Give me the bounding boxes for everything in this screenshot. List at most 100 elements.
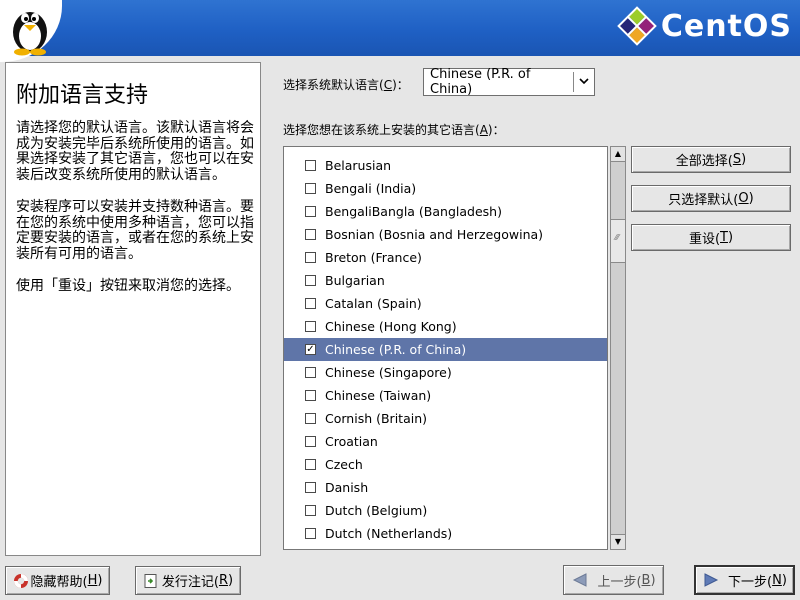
back-button[interactable]: 上一步(B) [563,565,664,595]
language-checkbox[interactable] [305,459,316,470]
mnemonic: T [720,230,728,245]
button-label: 下一步( [728,574,773,590]
other-languages-label: 选择您想在该系统上安装的其它语言(A)： [283,121,505,138]
language-list-item[interactable]: Danish [284,476,607,499]
language-checkbox[interactable] [305,229,316,240]
language-list-item[interactable]: ✓ Chinese (P.R. of China) [284,338,607,361]
language-checkbox[interactable] [305,413,316,424]
header-banner: CentOS [0,0,800,62]
language-list-item[interactable]: Dutch (Netherlands) [284,522,607,545]
release-notes-icon [144,573,157,588]
language-list-item[interactable]: Catalan (Spain) [284,292,607,315]
brand-name: CentOS [660,8,792,44]
language-checkbox[interactable] [305,206,316,217]
label-text: 选择系统默认语言( [283,78,384,92]
default-language-value: Chinese (P.R. of China) [430,67,531,97]
default-language-select[interactable]: Chinese (P.R. of China) [423,67,595,97]
language-checkbox[interactable] [305,252,316,263]
language-checkbox[interactable] [305,183,316,194]
language-list[interactable]: Belarusian Bengali (India) BengaliBangla (… [283,146,608,550]
mnemonic: N [772,572,782,588]
scroll-up-icon[interactable]: ▲ [611,147,625,162]
mnemonic: H [87,573,98,588]
language-list-scrollbar[interactable]: ▲ ⁄⁄⁄ ▼ [610,146,626,550]
language-checkbox[interactable] [305,482,316,493]
button-label: ) [781,572,787,588]
language-checkbox[interactable] [305,160,316,171]
language-list-item[interactable]: Chinese (Hong Kong) [284,315,607,338]
language-label: Breton (France) [325,250,422,265]
language-list-item[interactable]: Croatian [284,430,607,453]
language-checkbox[interactable] [305,367,316,378]
button-label: ) [727,230,734,245]
language-checkbox[interactable] [305,321,316,332]
language-list-item[interactable]: Breton (France) [284,246,607,269]
language-label: Chinese (Hong Kong) [325,319,457,334]
language-list-item[interactable]: BengaliBangla (Bangladesh) [284,200,607,223]
language-list-item[interactable]: Chinese (Taiwan) [284,384,607,407]
button-label: ) [97,573,103,588]
label-text: )： [392,78,409,92]
lifebuoy-icon [13,573,28,588]
help-paragraph: 使用「重设」按钮来取消您的选择。 [16,278,240,294]
language-label: Dutch (Netherlands) [325,526,453,541]
language-label: Cornish (Britain) [325,411,427,426]
button-label: 全部选择( [675,154,733,169]
tux-penguin-icon [13,12,47,56]
help-title: 附加语言支持 [16,83,149,108]
grip-icon: ⁄⁄⁄ [615,233,620,242]
mnemonic: O [738,191,749,206]
language-list-item[interactable]: Bengali (India) [284,177,607,200]
centos-logo: CentOS [617,6,792,46]
centos-emblem-icon [617,6,657,46]
help-paragraph: 安装程序可以安装并支持数种语言。要在您的系统中使用多种语言，您可以指定要安装的语… [16,199,254,262]
release-notes-button[interactable]: 发行注记(R) [135,566,241,595]
button-label: 只选择默认( [668,193,739,208]
language-checkbox[interactable] [305,436,316,447]
label-text: 选择您想在该系统上安装的其它语言( [283,123,480,137]
language-label: Danish [325,480,369,495]
chevron-down-icon[interactable] [574,77,594,88]
language-label: Belarusian [325,158,392,173]
language-list-item[interactable]: Belarusian [284,154,607,177]
language-label: Chinese (Singapore) [325,365,452,380]
language-checkbox[interactable] [305,505,316,516]
button-label: 上一步( [597,574,642,590]
button-label: ) [650,572,656,588]
language-list-item[interactable]: Bulgarian [284,269,607,292]
language-checkbox[interactable] [305,275,316,286]
language-checkbox[interactable] [305,298,316,309]
button-label: 发行注记( [161,575,219,590]
language-label: Chinese (P.R. of China) [325,342,467,357]
select-default-only-button[interactable]: 只选择默认(O) [631,185,791,212]
language-checkbox[interactable]: ✓ [305,344,316,355]
button-label: 隐藏帮助( [30,575,88,590]
language-label: Bulgarian [325,273,385,288]
hide-help-button[interactable]: 隐藏帮助(H) [5,566,110,595]
scroll-thumb[interactable]: ⁄⁄⁄ [611,219,625,263]
help-panel: 附加语言支持 请选择您的默认语言。该默认语言将会成为安装完毕后系统所使用的语言。… [5,62,261,556]
button-label: ) [228,573,234,588]
scroll-down-icon[interactable]: ▼ [611,534,625,549]
arrow-right-icon [704,573,719,587]
label-text: )： [487,123,505,137]
next-button[interactable]: 下一步(N) [694,565,795,595]
tux-logo-background [0,0,62,62]
language-list-item[interactable]: Dutch (Belgium) [284,499,607,522]
language-list-item[interactable]: Bosnian (Bosnia and Herzegowina) [284,223,607,246]
reset-button[interactable]: 重设(T) [631,224,791,251]
default-language-label: 选择系统默认语言(C)： [283,76,409,93]
select-all-button[interactable]: 全部选择(S) [631,146,791,173]
help-body: 请选择您的默认语言。该默认语言将会成为安装完毕后系统所使用的语言。如果选择安装了… [16,120,254,312]
button-label: ) [748,191,754,206]
language-label: BengaliBangla (Bangladesh) [325,204,502,219]
language-checkbox[interactable] [305,528,316,539]
language-label: Catalan (Spain) [325,296,422,311]
language-label: Dutch (Belgium) [325,503,428,518]
language-checkbox[interactable] [305,390,316,401]
language-list-item[interactable]: Czech [284,453,607,476]
language-list-item[interactable]: Cornish (Britain) [284,407,607,430]
arrow-left-icon [573,573,587,587]
language-list-item[interactable]: Chinese (Singapore) [284,361,607,384]
button-label: 重设( [688,232,721,247]
